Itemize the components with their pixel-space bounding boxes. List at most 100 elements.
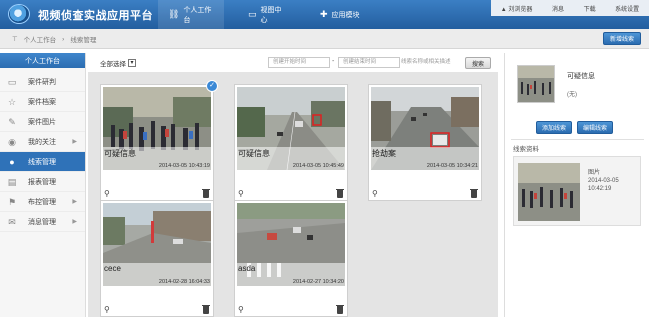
location-pin-icon[interactable]: ⚲	[372, 189, 379, 198]
location-pin-icon[interactable]: ⚲	[104, 305, 111, 314]
location-pin-icon[interactable]: ⚲	[238, 305, 245, 314]
sidebar-item-label: 案件研判	[28, 78, 56, 86]
sidebar-item-label: 案件档案	[28, 98, 56, 106]
star-icon: ☆	[7, 97, 17, 107]
sidebar: 个人工作台 ▭ 案件研判 ☆ 案件档案 ✎ 案件图片 ◉ 我的关注 ▶ ● 线索…	[0, 53, 86, 317]
trash-icon[interactable]	[202, 305, 210, 314]
top-link-browser[interactable]: ▲ 刘浏览器	[501, 4, 533, 13]
trash-icon[interactable]	[202, 189, 210, 198]
sidebar-item-reports[interactable]: ▤ 报表管理	[0, 172, 85, 192]
clue-caption: 可疑信息 2014-03-05 10:45:49	[237, 147, 345, 170]
clue-name: asda	[238, 264, 256, 273]
clue-card[interactable]: 可疑信息 2014-03-05 10:43:19 ⚲ ✓	[100, 80, 218, 201]
clue-time: 2014-02-28 16:04:33	[158, 279, 210, 285]
clue-card[interactable]: 抢劫案 2014-03-05 10:34:21 ⚲	[368, 84, 482, 201]
chevron-right-icon: ▶	[72, 139, 77, 145]
clue-name: 可疑信息	[104, 149, 136, 158]
top-header: 视频侦查实战应用平台 ⛓ 个人工作台 ▭ 视图中心 ✚ 应用模块 ▲ 刘浏览器 …	[0, 0, 649, 29]
location-pin-icon[interactable]: ⚲	[238, 189, 245, 198]
clue-time: 2014-03-05 10:34:21	[426, 163, 478, 169]
clue-detail-title: 可疑信息	[567, 73, 595, 80]
nav-video-center-label: 视图中心	[260, 6, 282, 24]
range-separator: -	[332, 58, 335, 65]
sidebar-item-case-images[interactable]: ✎ 案件图片	[0, 112, 85, 132]
nav-workbench-label: 个人工作台	[183, 6, 212, 24]
sidebar-item-label: 我的关注	[28, 138, 56, 146]
clue-card[interactable]: cece 2014-02-28 16:04:33 ⚲	[100, 200, 214, 317]
clue-card[interactable]: asda 2014-02-27 10:34:20 ⚲	[234, 200, 348, 317]
clue-time: 2014-03-05 10:45:49	[292, 163, 344, 169]
clue-material-time: 10:42:19	[588, 186, 612, 192]
breadcrumb-bar: ⊤ 个人工作台 › 线索管理	[0, 29, 649, 49]
nav-workbench[interactable]: ⛓ 个人工作台	[158, 0, 224, 29]
top-link-settings[interactable]: 系统设置	[615, 4, 639, 13]
sidebar-item-my-follow[interactable]: ◉ 我的关注 ▶	[0, 132, 85, 152]
clue-time: 2014-03-05 10:43:19	[158, 163, 210, 169]
create-clue-button[interactable]: 新增线索	[603, 32, 641, 45]
video-icon: ▭	[248, 9, 257, 19]
filter-bar: 全部选择 ▾ 创建开始时间 - 创建结束时间 线索名称或相关描述 搜索	[92, 55, 496, 71]
sidebar-item-label: 报表管理	[28, 178, 56, 186]
add-clue-button[interactable]: 添加线索	[536, 121, 572, 134]
clue-time: 2014-02-27 10:34:20	[292, 279, 344, 285]
report-icon: ▤	[7, 177, 17, 187]
clue-caption: cece 2014-02-28 16:04:33	[103, 263, 211, 286]
chain-icon: ⛓	[168, 9, 180, 19]
puzzle-icon: ✚	[320, 9, 328, 19]
sidebar-item-label: 布控管理	[28, 198, 56, 206]
sidebar-item-messages[interactable]: ✉ 消息管理 ▶	[0, 212, 85, 232]
clue-caption: 可疑信息 2014-03-05 10:43:19	[103, 147, 211, 170]
clue-card-actions: ⚲	[237, 189, 345, 200]
clue-material-item[interactable]: 图片 2014-03-05 10:42:19	[513, 156, 641, 226]
location-pin-icon[interactable]: ⚲	[104, 189, 111, 198]
clue-material-photo[interactable]	[518, 163, 580, 221]
clue-detail-thumbnail	[517, 65, 555, 103]
nav-app-module-label: 应用模块	[331, 11, 360, 19]
clue-detail-panel: 可疑信息 (无) 线索资料 图片 2014-03-05 10:42:19	[504, 53, 649, 317]
clue-grid: 可疑信息 2014-03-05 10:43:19 ⚲ ✓ 可疑信息 2014-0…	[88, 72, 498, 317]
clue-name: cece	[104, 264, 121, 273]
edit-icon: ✎	[8, 117, 16, 127]
top-links: ▲ 刘浏览器 消息 下载 系统设置	[491, 0, 649, 16]
breadcrumb-separator-icon: ›	[62, 35, 65, 43]
app-title: 视频侦查实战应用平台	[38, 10, 153, 22]
start-time-field[interactable]: 创建开始时间	[268, 57, 330, 68]
clue-card-actions: ⚲	[103, 305, 211, 316]
keyword-field[interactable]: 线索名称或相关描述	[396, 57, 460, 68]
breadcrumb-item-current: 线索管理	[70, 37, 97, 44]
search-button[interactable]: 搜索	[465, 57, 491, 69]
user-icon: ●	[9, 157, 15, 167]
clue-material-date: 2014-03-05	[588, 178, 619, 184]
nav-app-module[interactable]: ✚ 应用模块	[310, 0, 370, 29]
sidebar-item-label: 案件图片	[28, 118, 56, 126]
select-all-control[interactable]: 全部选择 ▾	[100, 58, 136, 68]
top-link-download[interactable]: 下载	[584, 4, 596, 13]
clue-caption: 抢劫案 2014-03-05 10:34:21	[371, 147, 479, 170]
chevron-right-icon: ▶	[72, 219, 77, 225]
sidebar-item-case-files[interactable]: ☆ 案件档案	[0, 92, 85, 112]
clue-card[interactable]: 可疑信息 2014-03-05 10:45:49 ⚲	[234, 84, 348, 201]
nav-video-center[interactable]: ▭ 视图中心	[238, 0, 298, 29]
breadcrumb: ⊤ 个人工作台 › 线索管理	[12, 34, 97, 45]
clue-caption: asda 2014-02-27 10:34:20	[237, 263, 345, 286]
select-all-checkbox[interactable]: ▾	[128, 59, 136, 67]
top-link-messages[interactable]: 消息	[552, 4, 564, 13]
clue-detail-subtitle: (无)	[567, 92, 577, 98]
flag-icon: ⚑	[7, 197, 17, 207]
sidebar-item-label: 线索管理	[28, 158, 56, 166]
trash-icon[interactable]	[470, 189, 478, 198]
sidebar-title: 个人工作台	[0, 53, 85, 68]
sidebar-item-case-analysis[interactable]: ▭ 案件研判	[0, 72, 85, 92]
chevron-right-icon: ▶	[72, 199, 77, 205]
pin-icon: ⊤	[12, 36, 18, 43]
edit-clue-button[interactable]: 编辑线索	[577, 121, 613, 134]
sidebar-item-clue-management[interactable]: ● 线索管理	[0, 152, 85, 172]
end-time-field[interactable]: 创建结束时间	[338, 57, 400, 68]
app-logo-icon	[8, 4, 30, 24]
breadcrumb-item-workbench[interactable]: 个人工作台	[24, 34, 57, 44]
trash-icon[interactable]	[336, 189, 344, 198]
clue-materials-heading: 线索资料	[513, 146, 539, 153]
selected-check-icon[interactable]: ✓	[206, 80, 218, 92]
sidebar-item-deployment[interactable]: ⚑ 布控管理 ▶	[0, 192, 85, 212]
trash-icon[interactable]	[336, 305, 344, 314]
